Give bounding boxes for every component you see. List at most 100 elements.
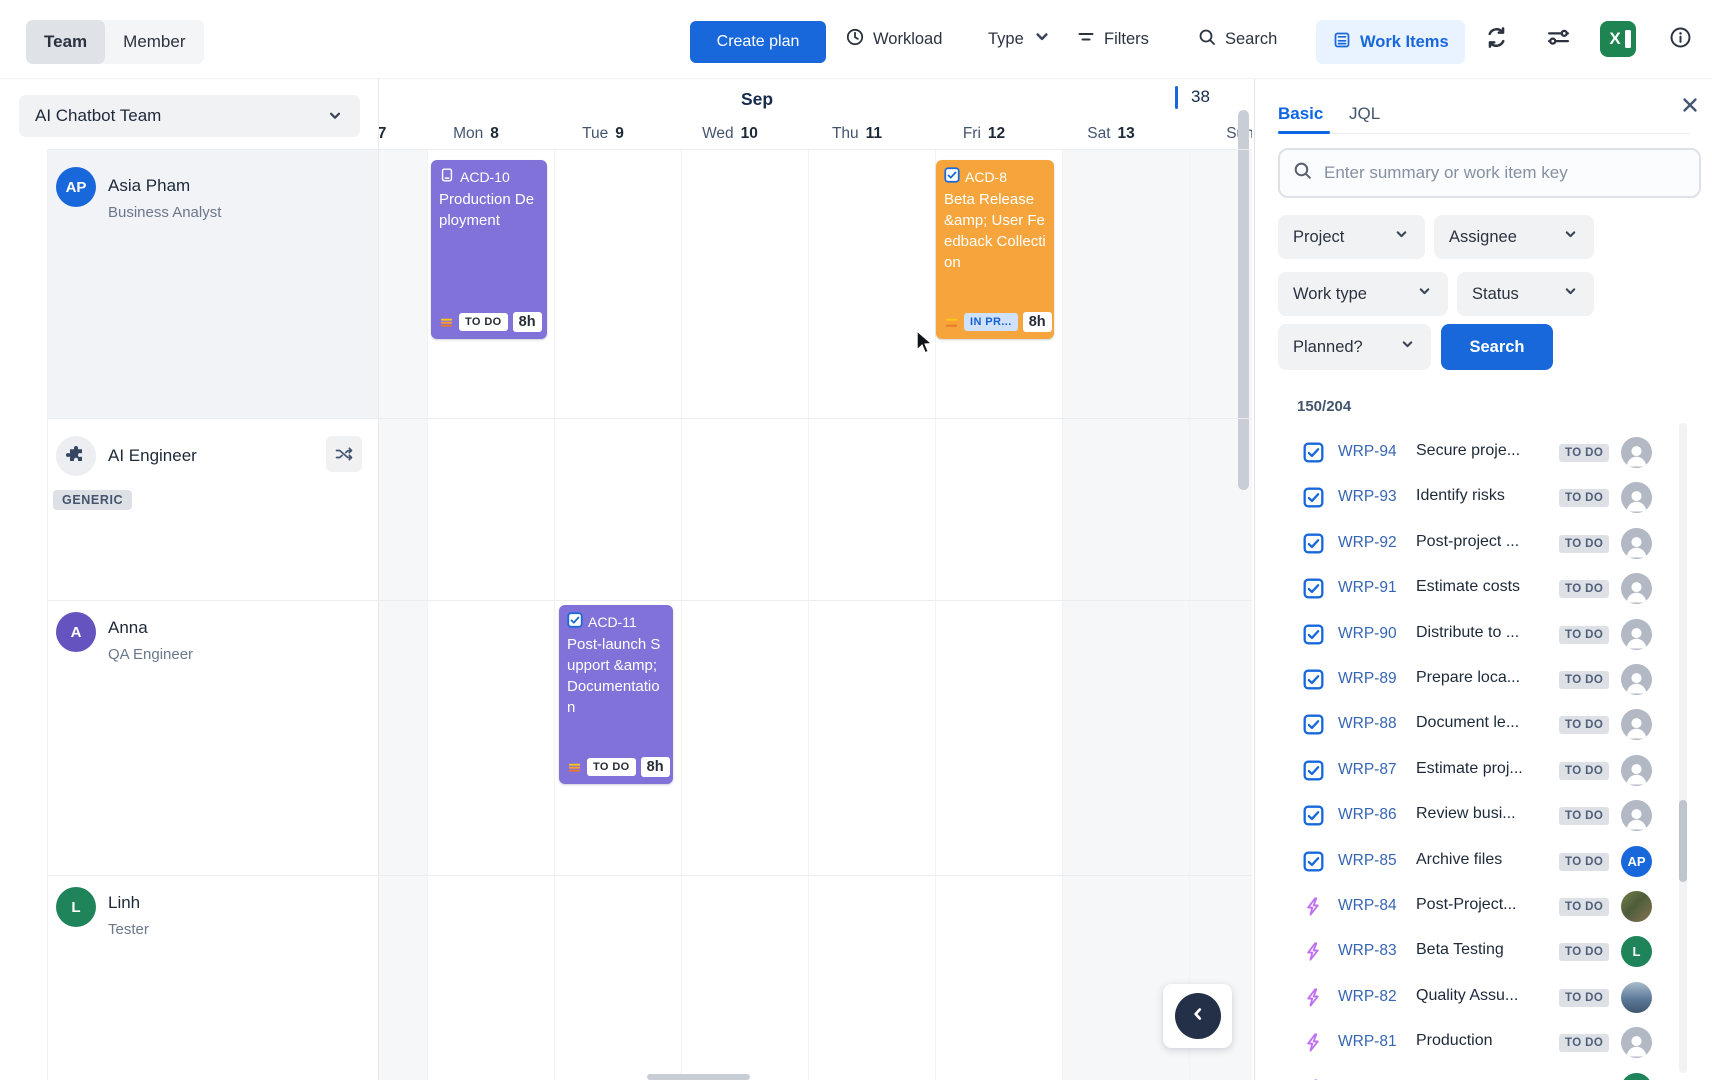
filter-planned-dropdown[interactable]: Planned? [1278, 324, 1431, 370]
calendar-grid: Sep 38 7Mon8Tue9Wed10Thu11Fri12Sat13Sun … [378, 78, 1252, 1080]
sync-button[interactable] [1478, 22, 1514, 58]
team-selector-dropdown[interactable]: AI Chatbot Team [19, 95, 360, 137]
type-dropdown[interactable]: Type [988, 0, 1052, 78]
calendar-vertical-scrollbar[interactable] [1238, 110, 1249, 490]
avatar: AP [56, 167, 96, 207]
work-item-row-wrp-82[interactable]: WRP-82Quality Assu...TO DO [1255, 975, 1712, 1020]
avatar [1621, 573, 1652, 604]
lightning-icon [1303, 1032, 1324, 1053]
chevron-down-icon [1416, 283, 1433, 305]
checkbox-icon [1303, 487, 1324, 508]
work-item-title: Distribute to ... [1416, 624, 1558, 642]
work-item-row-wrp-83[interactable]: WRP-83Beta TestingTO DOL [1255, 929, 1712, 974]
avatar: L [56, 887, 96, 927]
task-card-acd-11[interactable]: ACD-11 Post-launch Support &amp; Documen… [559, 605, 673, 784]
calendar-horizontal-scrollbar[interactable] [647, 1074, 750, 1080]
settings-sliders-button[interactable] [1540, 22, 1576, 58]
chevron-down-icon [1562, 226, 1579, 248]
work-items-panel: Basic JQL Project Assignee Work type Sta… [1254, 78, 1712, 1080]
filter-worktype-dropdown[interactable]: Work type [1278, 272, 1448, 316]
status-badge: TO DO [1559, 853, 1609, 871]
column-separator [1189, 149, 1190, 1080]
column-separator [427, 149, 428, 1080]
member-row-ai-engineer[interactable]: AI EngineerGENERIC [47, 418, 378, 600]
avatar [1621, 482, 1652, 513]
checkbox-icon [944, 167, 960, 186]
member-row-anna[interactable]: AAnnaQA Engineer [47, 600, 378, 875]
status-badge: TO DO [1559, 535, 1609, 553]
work-item-row-wrp-84[interactable]: WRP-84Post-Project...TO DO [1255, 884, 1712, 929]
filter-project-dropdown[interactable]: Project [1278, 215, 1425, 259]
toggle-team[interactable]: Team [26, 20, 105, 64]
work-item-key: WRP-94 [1338, 443, 1397, 461]
collapse-panel-button[interactable] [1163, 984, 1232, 1048]
filter-label: Work type [1293, 285, 1367, 304]
work-item-title: Estimate proj... [1416, 760, 1558, 778]
work-item-key: WRP-85 [1338, 852, 1397, 870]
work-items-button[interactable]: Work Items [1316, 20, 1465, 64]
member-role: Tester [108, 921, 149, 938]
work-item-list: WRP-94Secure proje...TO DOWRP-93Identify… [1255, 418, 1712, 1080]
status-badge: TO DO [1559, 1034, 1609, 1052]
task-card-acd-10[interactable]: ACD-10 Production Deployment TO DO 8h [431, 160, 547, 339]
panel-scrollbar-thumb[interactable] [1679, 800, 1687, 882]
work-item-row-wrp-81[interactable]: WRP-81ProductionTO DO [1255, 1020, 1712, 1065]
work-item-row-wrp-88[interactable]: WRP-88Document le...TO DO [1255, 702, 1712, 747]
work-item-row-wrp-89[interactable]: WRP-89Prepare loca...TO DO [1255, 657, 1712, 702]
month-label: Sep [732, 89, 782, 110]
team-sidebar: AI Chatbot Team APAsia PhamBusiness Anal… [0, 78, 379, 1080]
work-item-row-wrp-85[interactable]: WRP-85Archive filesTO DOAP [1255, 839, 1712, 884]
active-tab-underline [1278, 131, 1330, 134]
panel-scrollbar-track[interactable] [1679, 423, 1687, 1073]
workload-button[interactable]: Workload [845, 0, 942, 78]
create-plan-button[interactable]: Create plan [690, 21, 826, 63]
export-excel-button[interactable]: X [1600, 21, 1636, 57]
filter-status-dropdown[interactable]: Status [1457, 272, 1594, 316]
tab-basic[interactable]: Basic [1278, 104, 1323, 124]
work-item-row-wrp-94[interactable]: WRP-94Secure proje...TO DO [1255, 430, 1712, 475]
status-badge: TO DO [1559, 489, 1609, 507]
work-item-row[interactable] [1255, 1066, 1712, 1080]
work-item-row-wrp-87[interactable]: WRP-87Estimate proj...TO DO [1255, 748, 1712, 793]
work-item-row-wrp-90[interactable]: WRP-90Distribute to ...TO DO [1255, 612, 1712, 657]
panel-search-button[interactable]: Search [1441, 324, 1553, 370]
shuffle-icon[interactable] [326, 436, 362, 472]
toggle-member[interactable]: Member [105, 20, 203, 64]
task-card-acd-8[interactable]: ACD-8 Beta Release &amp; User Feedback C… [936, 160, 1054, 339]
priority-icon [439, 315, 454, 330]
day-header: Thu11 [832, 125, 882, 143]
work-item-key: WRP-86 [1338, 806, 1397, 824]
work-item-key: WRP-82 [1338, 988, 1397, 1006]
avatar [1621, 1073, 1652, 1080]
work-item-row-wrp-92[interactable]: WRP-92Post-project ...TO DO [1255, 521, 1712, 566]
summary-search-field[interactable] [1278, 148, 1701, 198]
member-row-linh[interactable]: LLinhTester [47, 875, 378, 1080]
status-badge: TO DO [1559, 943, 1609, 961]
week-number: 38 [1191, 87, 1210, 107]
status-badge: TO DO [1559, 671, 1609, 689]
work-item-title: Identify risks [1416, 487, 1558, 505]
work-item-row-wrp-91[interactable]: WRP-91Estimate costsTO DO [1255, 566, 1712, 611]
close-icon[interactable] [1679, 94, 1701, 116]
lightning-icon [1303, 896, 1324, 917]
excel-icon: X [1600, 21, 1636, 57]
hours-badge: 8h [1023, 312, 1052, 332]
work-item-key: WRP-89 [1338, 670, 1397, 688]
info-button[interactable] [1662, 22, 1698, 58]
filters-button[interactable]: Filters [1076, 0, 1149, 78]
row-divider [47, 600, 1252, 601]
filter-assignee-dropdown[interactable]: Assignee [1434, 215, 1594, 259]
member-row-asia-pham[interactable]: APAsia PhamBusiness Analyst [47, 149, 378, 418]
status-badge: TO DO [1559, 898, 1609, 916]
status-badge: TO DO [459, 313, 508, 331]
status-badge: TO DO [1559, 580, 1609, 598]
filter-label: Status [1472, 285, 1519, 304]
work-item-row-wrp-86[interactable]: WRP-86Review busi...TO DO [1255, 793, 1712, 838]
day-header: Fri12 [963, 125, 1005, 143]
work-item-row-wrp-93[interactable]: WRP-93Identify risksTO DO [1255, 475, 1712, 520]
summary-search-input[interactable] [1322, 162, 1687, 184]
tab-jql[interactable]: JQL [1349, 104, 1380, 124]
work-item-title: Quality Assu... [1416, 987, 1558, 1005]
task-title: Beta Release &amp; User Feedback Collect… [944, 189, 1046, 273]
search-button-top[interactable]: Search [1197, 0, 1277, 78]
